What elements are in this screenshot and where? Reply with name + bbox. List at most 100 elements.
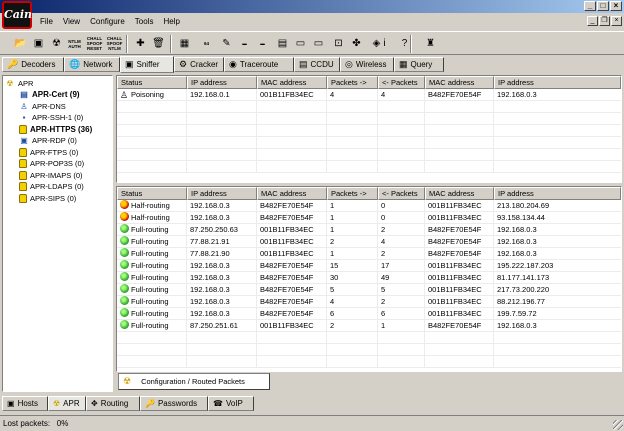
logo-tool-button[interactable]: ♜ [422, 35, 439, 52]
tree-item[interactable]: APR-POP3S (0) [19, 158, 84, 169]
status-text: Half-routing [131, 201, 170, 210]
menu-file[interactable]: File [40, 15, 53, 28]
folder-tool-button[interactable]: 📂 [12, 35, 29, 52]
column-header[interactable]: MAC address [425, 187, 494, 200]
cell-mac2: 001B11FB34EC [428, 213, 482, 222]
table-row[interactable]: Half-routing 192.168.0.3 B482FE70E54F 1 0 001… [117, 212, 621, 224]
table-row[interactable]: Full-routing 192.168.0.3 B482FE70E54F 6 6 001… [117, 308, 621, 320]
puzzle-tool-button[interactable]: ✤ [348, 35, 365, 52]
tree-item[interactable]: APR-SIPS (0) [19, 193, 76, 204]
table-row[interactable]: Full-routing 192.168.0.3 B482FE70E54F 30 49 0… [117, 272, 621, 284]
tab-apr[interactable]: ☢ APR [48, 396, 86, 411]
column-header[interactable]: IP address [494, 187, 621, 200]
tree-item-label: APR-SIPS (0) [30, 193, 77, 203]
minimize-button[interactable]: _ [584, 1, 596, 11]
resize-grip[interactable] [613, 420, 623, 430]
table-row[interactable]: Half-routing 192.168.0.3 B482FE70E54F 1 0 001… [117, 200, 621, 212]
cell-out: 2 [330, 321, 335, 330]
info-tool-button[interactable]: i [376, 35, 393, 52]
table-row[interactable]: ♙ Poisoning 192.168.0.1 001B11FB34EC 4 4 B482F… [117, 89, 621, 101]
status-cell: Half-routing [117, 200, 187, 211]
tab-hosts[interactable]: ▣ Hosts [2, 396, 48, 411]
tree-item[interactable]: APR-LDAPS (0) [19, 181, 84, 192]
plus-tool-button[interactable]: ✚ [132, 35, 149, 52]
column-header[interactable]: IP address [187, 76, 257, 89]
tab-cracker[interactable]: ⚙ Cracker [174, 57, 224, 72]
menu-tools[interactable]: Tools [135, 15, 154, 28]
lm-green-tool-button[interactable]: ▬ [254, 35, 271, 52]
cert-tool-button[interactable]: ✎ [218, 35, 235, 52]
cell-in: 0 [381, 201, 386, 210]
table-row[interactable]: Full-routing 87.250.251.61 001B11FB34EC 2 1 B… [117, 320, 621, 332]
tree-item[interactable]: APR-IMAPS (0) [19, 170, 83, 181]
base64-tool-button[interactable]: 64 [198, 35, 215, 52]
table-row[interactable]: Full-routing 192.168.0.3 B482FE70E54F 4 2 001… [117, 296, 621, 308]
network-card-tool-button[interactable]: ▣ [30, 35, 47, 52]
column-header[interactable]: MAC address [257, 76, 327, 89]
tree-item[interactable]: ▪ APR-SSH-1 (0) [19, 112, 84, 123]
radiation-tool-button[interactable]: ☢ [48, 35, 65, 52]
column-header[interactable]: <- Packets [378, 187, 425, 200]
tree-item[interactable]: ▤ APR-Cert (9) [19, 89, 79, 100]
tab-voip[interactable]: ☎ VoIP [208, 396, 254, 411]
chall-spoof-reset-tool-button[interactable]: CHALL SPOOF RESET [86, 35, 103, 52]
tab-ccdu[interactable]: ▤ CCDU [294, 57, 340, 72]
column-header[interactable]: MAC address [257, 187, 327, 200]
tree-item[interactable]: APR-HTTPS (36) [19, 124, 92, 135]
table-row[interactable]: Full-routing 192.168.0.3 B482FE70E54F 5 5 001… [117, 284, 621, 296]
tab-query[interactable]: ▦ Query [394, 57, 444, 72]
menu-view[interactable]: View [63, 15, 80, 28]
trash-tool-button[interactable]: 🗑 [150, 35, 167, 52]
tree-item[interactable]: APR-FTPS (0) [19, 147, 78, 158]
radiation-icon: ☢ [6, 79, 14, 88]
tab-network[interactable]: 🌐 Network [64, 57, 120, 72]
tree-root-apr[interactable]: ☢ APR [5, 78, 33, 89]
cell-in: 2 [381, 225, 386, 234]
column-header[interactable]: Packets -> [327, 76, 378, 89]
mdi-minimize-button[interactable]: _ [587, 16, 598, 26]
monitor-tool-button[interactable]: ▭ [310, 35, 327, 52]
maximize-button[interactable]: □ [597, 1, 609, 11]
terminal-tool-button[interactable]: ▭ [292, 35, 309, 52]
app-logo-icon[interactable]: Cain [2, 1, 32, 29]
mdi-restore-button[interactable]: ❐ [599, 16, 610, 26]
config-tab-bar: ☢ Configuration / Routed Packets [116, 373, 622, 391]
column-header[interactable]: Status [117, 187, 187, 200]
tab-traceroute[interactable]: ◉ Traceroute [224, 57, 294, 72]
column-header[interactable]: Packets -> [327, 187, 378, 200]
cert-icon: ▤ [20, 90, 28, 99]
close-button[interactable]: × [610, 1, 622, 11]
cell-mac1: B482FE70E54F [260, 213, 314, 222]
tab-passwords[interactable]: 🔑 Passwords [140, 396, 208, 411]
ccdu-icon: ▤ [299, 59, 308, 69]
column-header[interactable]: Status [117, 76, 187, 89]
ntlm-auth-tool-button[interactable]: NTLM AUTH [66, 35, 83, 52]
base64-icon: 64 [203, 41, 209, 46]
tab-wireless[interactable]: ◎ Wireless [340, 57, 394, 72]
table-row[interactable]: Full-routing 87.250.250.63 001B11FB34EC 1 2 B… [117, 224, 621, 236]
ntlm-green-tool-button[interactable]: ▬ [236, 35, 253, 52]
tab-sniffer[interactable]: ▣ Sniffer [120, 56, 174, 73]
column-header[interactable]: IP address [187, 187, 257, 200]
status-cell: ♙ Poisoning [117, 89, 187, 100]
tab-configuration-routed-packets[interactable]: ☢ Configuration / Routed Packets [118, 373, 270, 390]
mdi-close-button[interactable]: × [611, 16, 622, 26]
tree-item[interactable]: ▣ APR-RDP (0) [19, 135, 77, 146]
tree-item[interactable]: ♙ APR-DNS [19, 101, 65, 112]
hash-calc-tool-button[interactable]: ▦ [176, 35, 193, 52]
menu-configure[interactable]: Configure [90, 15, 125, 28]
table-row[interactable]: Full-routing 77.88.21.90 001B11FB34EC 1 2 B48… [117, 248, 621, 260]
menu-help[interactable]: Help [163, 15, 179, 28]
tab-decoders[interactable]: 🔑 Decoders [2, 57, 64, 72]
column-header[interactable]: <- Packets [378, 76, 425, 89]
table-row[interactable]: Full-routing 77.88.21.91 001B11FB34EC 2 4 B48… [117, 236, 621, 248]
grid-line [424, 89, 425, 173]
chall-spoof-ntlm-tool-button[interactable]: CHALL SPOOF NTLM [106, 35, 123, 52]
route-tool-button[interactable]: ▤ [274, 35, 291, 52]
column-header[interactable]: IP address [494, 76, 621, 89]
table-row[interactable]: Full-routing 192.168.0.3 B482FE70E54F 15 17 0… [117, 260, 621, 272]
column-header[interactable]: MAC address [425, 76, 494, 89]
tab-routing[interactable]: ✥ Routing [86, 396, 140, 411]
cell-out: 2 [330, 237, 335, 246]
disk-tool-button[interactable]: ⊡ [330, 35, 347, 52]
